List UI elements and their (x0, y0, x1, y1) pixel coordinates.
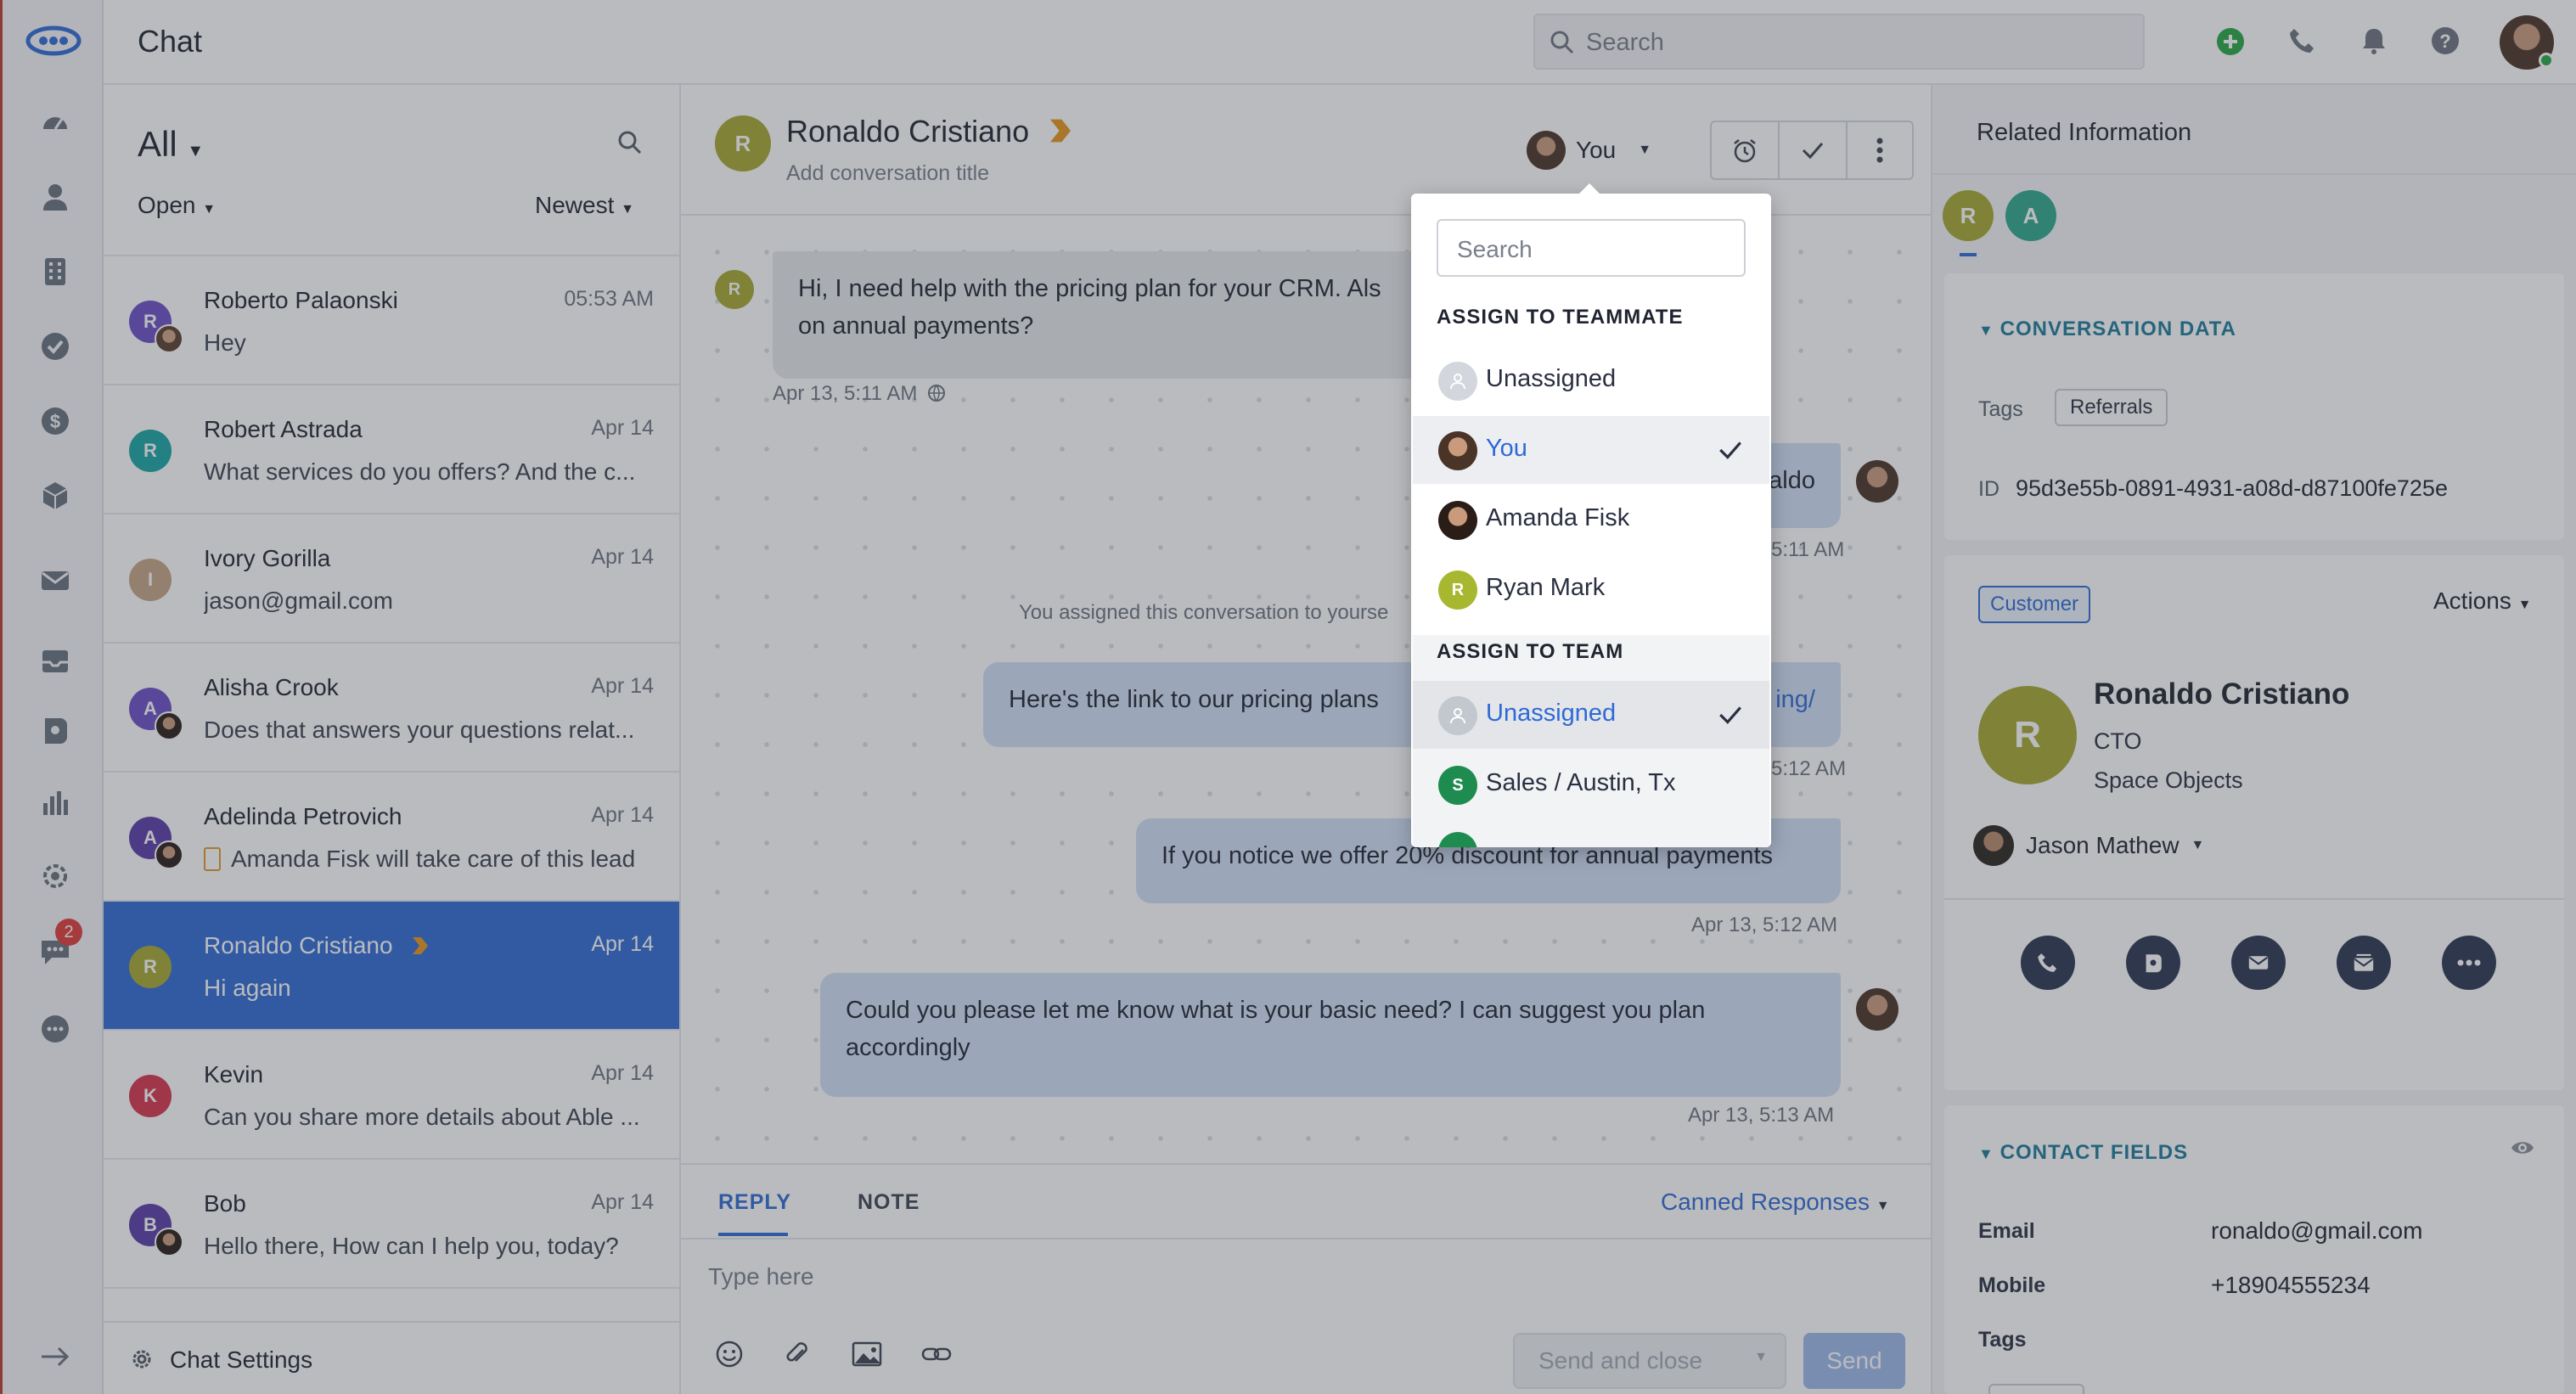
assign-option-unassigned[interactable]: Unassigned (1413, 346, 1769, 414)
option-label: Ryan Mark (1486, 574, 1606, 601)
assign-search-input[interactable]: Search (1437, 219, 1746, 277)
team-avatar: S (1438, 766, 1477, 805)
option-label: You (1486, 435, 1527, 462)
assign-dropdown: Search ASSIGN TO TEAMMATE Unassigned You… (1411, 194, 1771, 847)
person-placeholder-icon (1438, 696, 1477, 735)
assign-search-placeholder: Search (1457, 236, 1533, 262)
avatar (1438, 501, 1477, 540)
assign-option-ryan[interactable]: R Ryan Mark (1413, 555, 1769, 623)
option-label: Unassigned (1486, 700, 1617, 727)
team-option-sales[interactable]: S Sales / Austin, Tx (1413, 750, 1769, 818)
teammate-section-header: ASSIGN TO TEAMMATE (1437, 306, 1684, 329)
avatar: R (1438, 571, 1477, 610)
check-icon (1719, 706, 1741, 724)
check-icon (1719, 441, 1741, 459)
option-label: Unassigned (1486, 365, 1617, 392)
dim-overlay[interactable] (0, 0, 2576, 1394)
assign-option-you[interactable]: You (1413, 416, 1769, 484)
assign-option-amanda[interactable]: Amanda Fisk (1413, 486, 1769, 554)
dropdown-caret (1579, 183, 1600, 194)
avatar (1438, 431, 1477, 470)
team-section-header: ASSIGN TO TEAM (1437, 640, 1624, 663)
team-option-unassigned[interactable]: Unassigned (1413, 681, 1769, 749)
option-label: Amanda Fisk (1486, 504, 1630, 531)
option-label: Sales / Austin, Tx (1486, 769, 1676, 796)
person-placeholder-icon (1438, 362, 1477, 401)
